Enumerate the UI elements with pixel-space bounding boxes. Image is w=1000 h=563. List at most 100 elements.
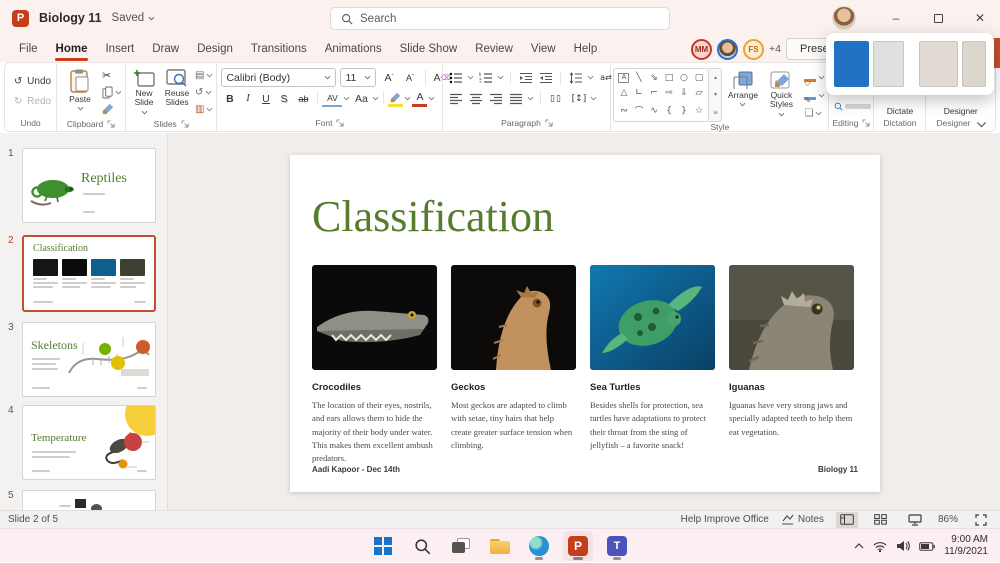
format-painter-button[interactable] bbox=[102, 102, 122, 116]
new-slide-button[interactable]: New Slide bbox=[128, 66, 160, 115]
scroll-up-icon[interactable]: ▴ bbox=[714, 74, 717, 81]
tab-home[interactable]: Home bbox=[47, 38, 97, 60]
slide-1-thumbnail[interactable]: Reptiles bbox=[22, 148, 156, 223]
cut-button[interactable]: ✂ bbox=[102, 68, 122, 82]
align-right-button[interactable] bbox=[487, 90, 504, 107]
variant-swatch-blue[interactable] bbox=[834, 41, 869, 87]
task-view-button[interactable] bbox=[446, 531, 476, 561]
rectangle-shape-icon[interactable]: □ bbox=[661, 70, 676, 86]
copy-button[interactable] bbox=[102, 85, 122, 99]
reset-button[interactable]: ↺ bbox=[195, 85, 213, 99]
powerpoint-taskbar-button[interactable]: P bbox=[563, 531, 593, 561]
dictate-button[interactable]: Dictate bbox=[879, 107, 921, 116]
redo-button[interactable]: ↻ Redo bbox=[12, 93, 53, 110]
wifi-icon[interactable] bbox=[873, 541, 887, 552]
card-crocodiles[interactable]: Crocodiles The location of their eyes, n… bbox=[312, 265, 437, 466]
card-body[interactable]: Besides shells for protection, sea turtl… bbox=[590, 399, 715, 452]
decrease-font-size-button[interactable]: Aˇ bbox=[401, 69, 418, 86]
tray-expand-icon[interactable] bbox=[854, 543, 864, 549]
slide-title-textbox[interactable]: Classification bbox=[312, 191, 554, 242]
tab-help[interactable]: Help bbox=[565, 38, 607, 60]
variant-swatch-gray[interactable] bbox=[873, 41, 904, 87]
zoom-level-button[interactable]: 86% bbox=[938, 514, 958, 525]
designer-button[interactable]: Designer bbox=[936, 107, 986, 116]
change-case-button[interactable]: Aa bbox=[351, 90, 371, 107]
tab-design[interactable]: Design bbox=[188, 38, 242, 60]
tab-file[interactable]: File bbox=[10, 38, 47, 60]
font-size-combo[interactable]: 11 bbox=[340, 68, 376, 87]
volume-icon[interactable] bbox=[896, 540, 910, 552]
shape-outline-button[interactable]: ✎ bbox=[804, 88, 825, 102]
card-title[interactable]: Crocodiles bbox=[312, 382, 437, 393]
card-title[interactable]: Sea Turtles bbox=[590, 382, 715, 393]
strikethrough-button[interactable]: ab bbox=[293, 90, 313, 107]
slide-2-thumbnail-selected[interactable]: Classification bbox=[22, 235, 156, 312]
text-shadow-button[interactable]: S bbox=[275, 90, 292, 107]
line-spacing-button[interactable] bbox=[567, 69, 584, 86]
card-title[interactable]: Iguanas bbox=[729, 382, 854, 393]
align-center-button[interactable] bbox=[467, 90, 484, 107]
text-highlight-button[interactable] bbox=[388, 90, 403, 107]
columns-button[interactable]: ▯▯ bbox=[547, 90, 564, 107]
increase-indent-button[interactable] bbox=[537, 69, 554, 86]
slide-footer-author[interactable]: Aadi Kapoor - Dec 14th bbox=[312, 465, 400, 474]
editing-partial-buttons[interactable] bbox=[834, 99, 871, 113]
tab-slide-show[interactable]: Slide Show bbox=[391, 38, 467, 60]
user-avatar[interactable] bbox=[832, 6, 856, 30]
collapse-ribbon-icon[interactable] bbox=[976, 121, 987, 128]
align-text-button[interactable]: [↕] bbox=[570, 90, 587, 107]
decrease-indent-button[interactable] bbox=[517, 69, 534, 86]
line-shape-icon[interactable]: ╲ bbox=[631, 70, 646, 86]
card-body[interactable]: Iguanas have very strong jaws and specia… bbox=[729, 399, 854, 439]
font-name-combo[interactable]: Calibri (Body) bbox=[221, 68, 336, 87]
collaborator-avatar-mm[interactable]: MM bbox=[691, 39, 712, 60]
crocodile-image[interactable] bbox=[312, 265, 437, 370]
card-body[interactable]: The location of their eyes, nostrils, an… bbox=[312, 399, 437, 466]
slide-5-thumbnail[interactable] bbox=[22, 490, 156, 510]
left-brace-shape-icon[interactable]: { bbox=[661, 101, 676, 120]
italic-button[interactable]: I bbox=[239, 90, 256, 107]
card-geckos[interactable]: Geckos Most geckos are adapted to climb … bbox=[451, 265, 576, 466]
card-body[interactable]: Most geckos are adapted to climb with se… bbox=[451, 399, 576, 452]
sea-turtle-image[interactable] bbox=[590, 265, 715, 370]
shapes-gallery-scrollbar[interactable]: ▴ ▾ ≡ bbox=[709, 68, 722, 122]
scroll-down-icon[interactable]: ▾ bbox=[714, 91, 717, 98]
help-improve-office-link[interactable]: Help Improve Office bbox=[681, 514, 769, 525]
collaborator-avatar-photo[interactable] bbox=[717, 39, 738, 60]
dialog-launcher-icon[interactable] bbox=[545, 119, 553, 127]
card-title[interactable]: Geckos bbox=[451, 382, 576, 393]
rounded-rectangle-shape-icon[interactable]: ▢ bbox=[691, 70, 706, 86]
normal-view-button[interactable] bbox=[836, 512, 858, 528]
character-spacing-button[interactable]: AV bbox=[322, 90, 342, 107]
shape-effects-button[interactable]: ❏ bbox=[804, 106, 825, 120]
reuse-slides-button[interactable]: Reuse Slides bbox=[160, 66, 194, 108]
tab-draw[interactable]: Draw bbox=[143, 38, 188, 60]
dialog-launcher-icon[interactable] bbox=[181, 120, 189, 128]
bold-button[interactable]: B bbox=[221, 90, 238, 107]
elbow-connector-shape-icon[interactable]: ∟ bbox=[631, 86, 646, 102]
slide-footer-course[interactable]: Biology 11 bbox=[818, 465, 858, 474]
dialog-launcher-icon[interactable] bbox=[336, 119, 344, 127]
dialog-launcher-icon[interactable] bbox=[107, 120, 115, 128]
slide-canvas[interactable]: Classification Crocodiles The location o… bbox=[290, 155, 880, 492]
teams-button[interactable]: T bbox=[602, 531, 632, 561]
shape-fill-button[interactable]: ◇ bbox=[804, 70, 825, 84]
fit-slide-button[interactable] bbox=[970, 512, 992, 528]
curve-shape-icon[interactable]: ∿ bbox=[646, 101, 661, 120]
gecko-image[interactable] bbox=[451, 265, 576, 370]
section-button[interactable]: ▥ bbox=[195, 102, 213, 116]
layout-button[interactable]: ▤ bbox=[195, 68, 213, 82]
collaborator-avatar-fs[interactable]: FS bbox=[743, 39, 764, 60]
justify-button[interactable] bbox=[507, 90, 524, 107]
tab-transitions[interactable]: Transitions bbox=[242, 38, 316, 60]
slide-sorter-view-button[interactable] bbox=[870, 512, 892, 528]
slide-4-thumbnail[interactable]: Temperature bbox=[22, 405, 156, 480]
dialog-launcher-icon[interactable] bbox=[862, 119, 870, 127]
paste-button[interactable]: Paste bbox=[59, 66, 101, 111]
variant-swatch-beige[interactable] bbox=[919, 41, 958, 87]
file-explorer-button[interactable] bbox=[485, 531, 515, 561]
down-arrow-shape-icon[interactable]: ⇩ bbox=[676, 86, 691, 102]
start-button[interactable] bbox=[368, 531, 398, 561]
right-arrow-shape-icon[interactable]: ⇨ bbox=[661, 86, 676, 102]
arrange-button[interactable]: Arrange bbox=[726, 68, 759, 107]
